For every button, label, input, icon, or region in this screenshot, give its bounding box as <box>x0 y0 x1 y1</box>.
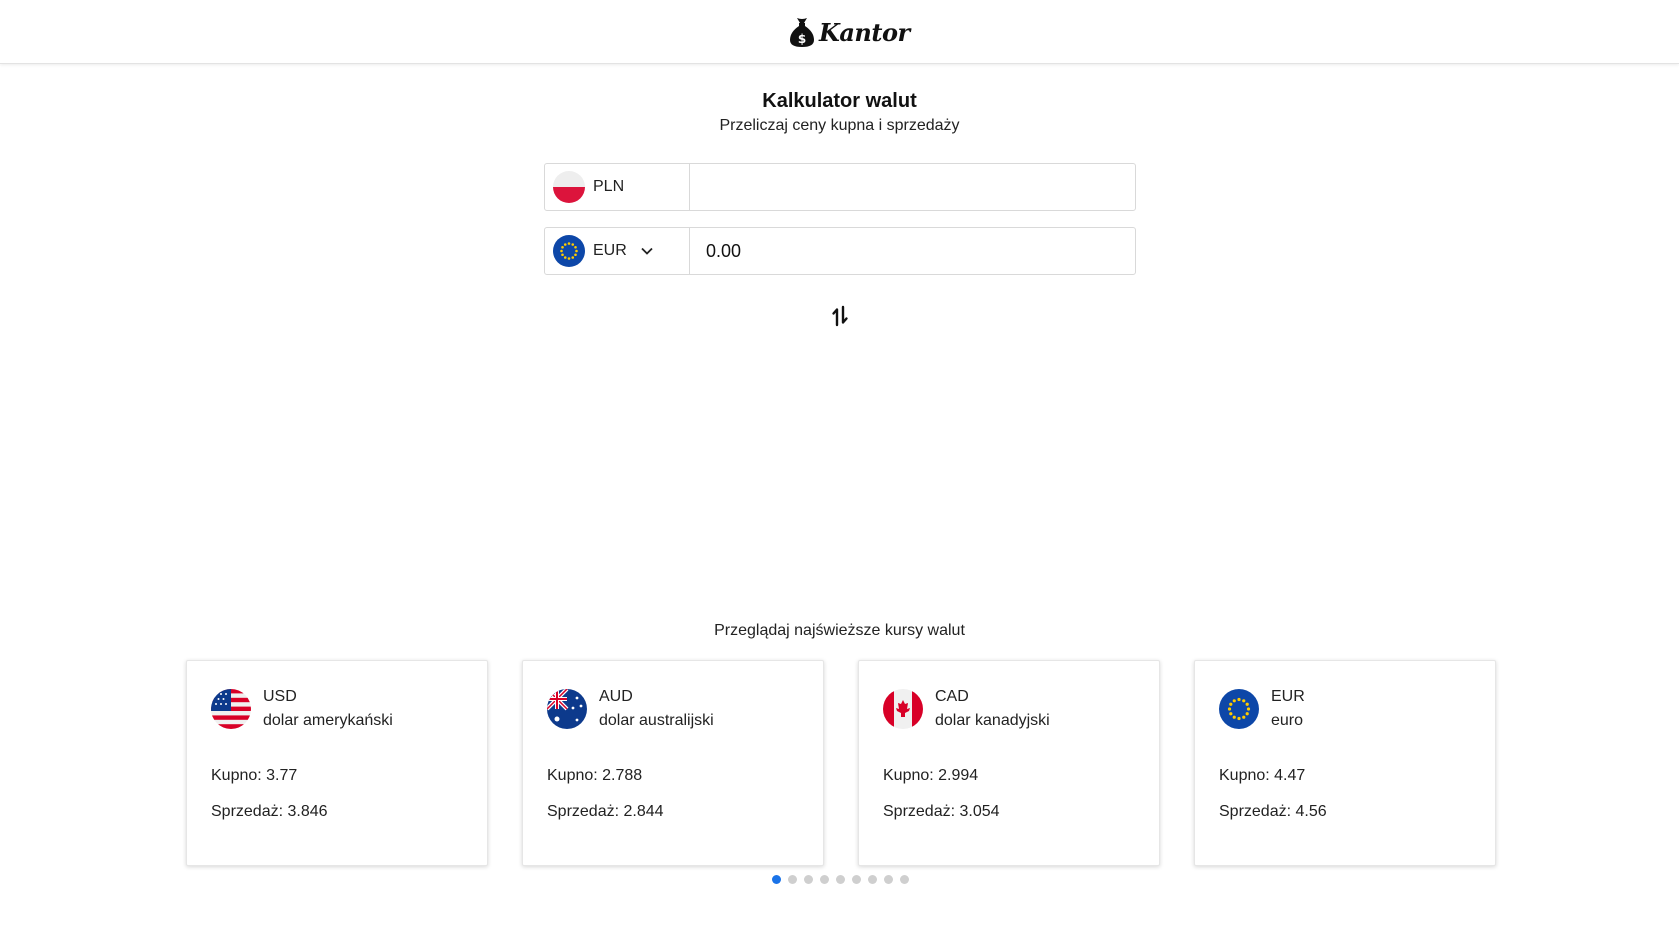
svg-text:$: $ <box>798 32 806 46</box>
usa-flag-icon <box>211 689 251 729</box>
eu-flag-icon <box>1219 689 1259 729</box>
pagination-dot[interactable] <box>772 875 781 884</box>
logo[interactable]: $ Kantor <box>788 13 910 51</box>
sell-rate: Sprzedaż: 3.846 <box>211 803 328 820</box>
pagination-dot[interactable] <box>836 875 845 884</box>
poland-flag-icon <box>553 171 585 203</box>
buy-rate: Kupno: 2.788 <box>547 767 643 784</box>
rate-card-cad[interactable]: CAD dolar kanadyjski Kupno: 2.994 Sprzed… <box>858 660 1160 866</box>
rate-card-aud[interactable]: AUD dolar australijski Kupno: 2.788 Sprz… <box>522 660 824 866</box>
pagination-dot[interactable] <box>788 875 797 884</box>
currency-code: EUR <box>1271 688 1305 705</box>
currency-code: USD <box>263 688 297 705</box>
to-currency-select[interactable]: EUR <box>545 228 690 274</box>
to-currency-code: EUR <box>593 242 627 259</box>
sell-rate: Sprzedaż: 4.56 <box>1219 803 1327 820</box>
pagination-dot[interactable] <box>884 875 893 884</box>
from-currency-code: PLN <box>593 178 625 195</box>
buy-rate: Kupno: 4.47 <box>1219 767 1306 784</box>
rate-card-eur[interactable]: EUR euro Kupno: 4.47 Sprzedaż: 4.56 <box>1194 660 1496 866</box>
swap-arrows-icon <box>832 305 848 327</box>
rate-card-usd[interactable]: USD dolar amerykański Kupno: 3.77 Sprzed… <box>186 660 488 866</box>
swap-currencies-button[interactable] <box>830 304 850 328</box>
money-bag-icon: $ <box>790 18 814 47</box>
buy-rate: Kupno: 3.77 <box>211 767 298 784</box>
pagination-dot[interactable] <box>820 875 829 884</box>
to-amount-input[interactable] <box>690 228 1135 274</box>
currency-name: euro <box>1271 712 1304 729</box>
pagination-dot[interactable] <box>852 875 861 884</box>
carousel-pagination <box>772 875 909 885</box>
from-amount-input[interactable] <box>690 164 1135 210</box>
currency-name: dolar kanadyjski <box>935 712 1050 729</box>
rates-heading: Przeglądaj najświeższe kursy walut <box>714 622 965 639</box>
buy-rate: Kupno: 2.994 <box>883 767 979 784</box>
rates-carousel: USD dolar amerykański Kupno: 3.77 Sprzed… <box>186 660 1496 866</box>
calculator-title: Kalkulator walut <box>762 90 917 112</box>
currency-name: dolar australijski <box>599 712 714 729</box>
from-currency-label: PLN <box>545 164 690 210</box>
calculator-subtitle: Przeliczaj ceny kupna i sprzedaży <box>719 117 960 134</box>
canada-flag-icon <box>883 689 923 729</box>
currency-code: AUD <box>599 688 633 705</box>
pagination-dot[interactable] <box>868 875 877 884</box>
sell-rate: Sprzedaż: 2.844 <box>547 803 664 820</box>
logo-text: Kantor <box>819 17 910 47</box>
from-currency-row: PLN <box>544 163 1136 211</box>
pagination-dot[interactable] <box>900 875 909 884</box>
currency-code: CAD <box>935 688 969 705</box>
australia-flag-icon <box>547 689 587 729</box>
top-navbar: $ Kantor <box>0 0 1679 64</box>
sell-rate: Sprzedaż: 3.054 <box>883 803 1000 820</box>
currency-name: dolar amerykański <box>263 712 393 729</box>
chevron-down-icon <box>641 247 653 255</box>
pagination-dot[interactable] <box>804 875 813 884</box>
eu-flag-icon <box>553 235 585 267</box>
to-currency-row: EUR <box>544 227 1136 275</box>
